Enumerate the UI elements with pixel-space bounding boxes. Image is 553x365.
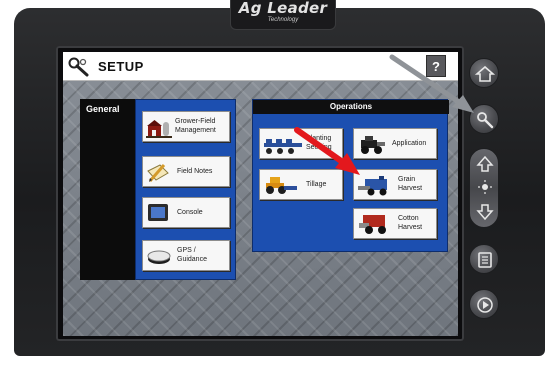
- tile-label: Cotton: [398, 215, 419, 222]
- console-button[interactable]: Console: [142, 197, 230, 228]
- grower-field-management-button[interactable]: Grower-Field Management: [142, 111, 230, 142]
- cotton-harvest-button[interactable]: Cotton Harvest: [353, 208, 437, 239]
- tile-label: Guidance: [177, 256, 207, 263]
- combine-icon: [358, 176, 387, 196]
- manual-icon: [478, 252, 492, 268]
- tillage-tractor-icon: [266, 177, 297, 194]
- console-display-icon: [148, 204, 168, 221]
- manual-button[interactable]: [469, 244, 499, 274]
- tillage-button[interactable]: Tillage: [259, 169, 343, 200]
- planter-icon: [264, 139, 302, 154]
- operations-header: Operations: [253, 100, 449, 114]
- sprayer-tractor-icon: [361, 136, 385, 154]
- brightness-rocker: [469, 148, 499, 228]
- page-title: SETUP: [98, 59, 144, 74]
- field-notes-button[interactable]: Field Notes: [142, 156, 230, 187]
- tile-label: Management: [175, 127, 216, 134]
- gps-guidance-button[interactable]: GPS / Guidance: [142, 240, 230, 271]
- tile-label: Grower-Field: [175, 118, 216, 125]
- brand-badge: Ag Leader Technology: [230, 0, 336, 30]
- brightness-down-icon: [476, 204, 494, 221]
- tile-label: Harvest: [398, 224, 423, 231]
- planting-seeding-button[interactable]: Planting Seeding: [259, 128, 343, 159]
- brightness-up-button[interactable]: [470, 151, 500, 177]
- tile-label: Console: [177, 209, 203, 216]
- title-bar: SETUP ?: [63, 52, 458, 81]
- display-screen: SETUP ? General Grower-Field Management: [63, 52, 458, 336]
- home-icon: [475, 65, 495, 82]
- tile-label: Application: [392, 140, 427, 147]
- wrench-icon: [477, 112, 494, 129]
- tile-label: Grain: [398, 176, 416, 183]
- tile-label: Field Notes: [177, 168, 213, 175]
- application-button[interactable]: Application: [353, 128, 437, 159]
- pencil-notepad-icon: [147, 164, 169, 182]
- operations-panel: Operations Planting Seeding Application …: [252, 99, 449, 252]
- help-button[interactable]: ?: [426, 55, 446, 77]
- tile-label: Seeding: [306, 144, 332, 151]
- wrench-icon: [68, 57, 89, 77]
- home-button[interactable]: [469, 58, 499, 88]
- barn-icon: [146, 120, 172, 138]
- run-screen-button[interactable]: [469, 289, 499, 319]
- brightness-down-button[interactable]: [470, 201, 500, 227]
- grain-harvest-button[interactable]: Grain Harvest: [353, 169, 437, 200]
- brightness-up-icon: [476, 155, 494, 172]
- gps-receiver-icon: [147, 250, 171, 264]
- tile-label: Harvest: [398, 185, 423, 192]
- run-screen-icon: [477, 297, 493, 313]
- brand-subtitle: Technology: [267, 17, 299, 23]
- cotton-picker-icon: [359, 215, 386, 234]
- general-label: General: [86, 104, 120, 114]
- tile-label: Tillage: [306, 181, 327, 188]
- tile-label: Planting: [306, 135, 332, 142]
- setup-wrench-button[interactable]: [469, 104, 499, 134]
- general-panel: Grower-Field Management Field Notes Cons…: [135, 99, 236, 280]
- tile-label: GPS /: [177, 247, 196, 254]
- brand-name: Ag Leader: [238, 0, 328, 17]
- brightness-sun-icon: [478, 180, 492, 194]
- general-panel-tab: General: [80, 99, 135, 280]
